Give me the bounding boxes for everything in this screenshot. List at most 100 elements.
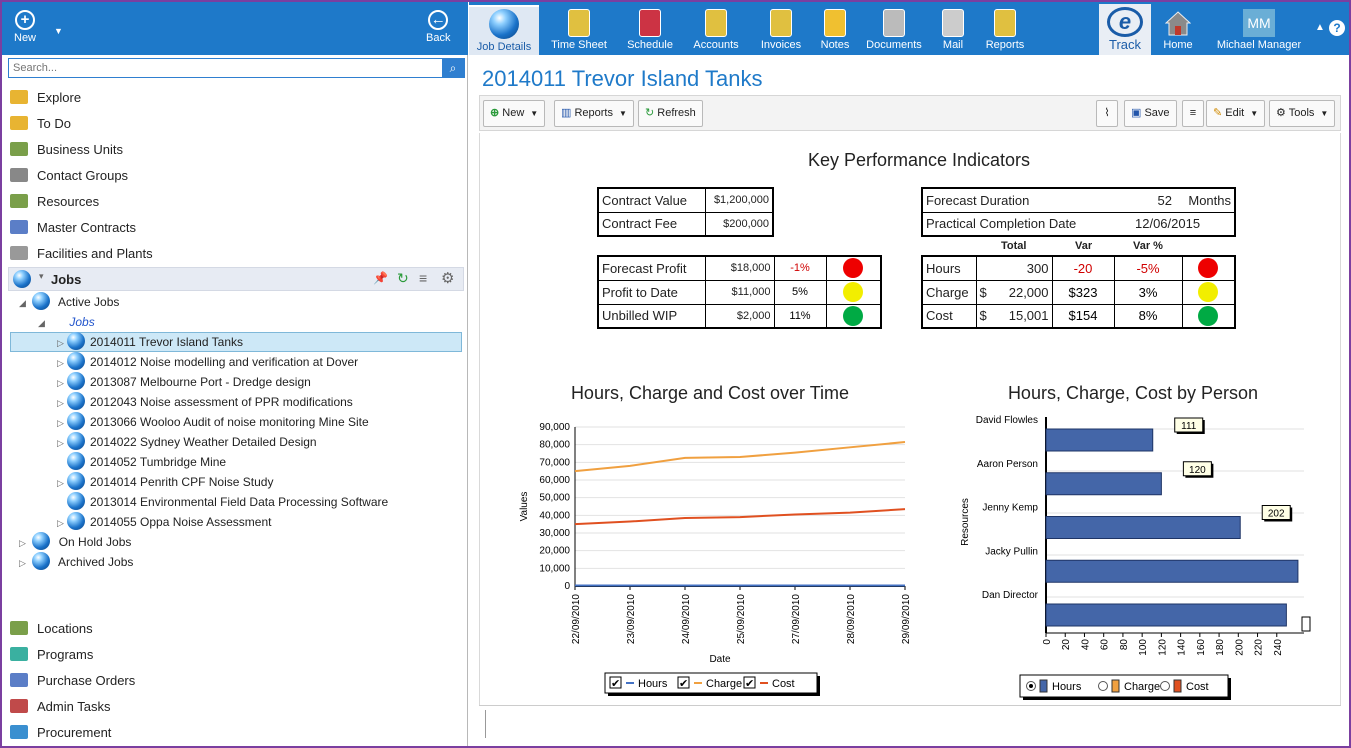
tree-active-jobs[interactable]: ◢ Active Jobs <box>19 292 119 312</box>
tools-menu-button[interactable]: ⚙ Tools ▼ <box>1269 100 1336 127</box>
tree-job-label: 2014052 Tumbridge Mine <box>90 455 227 469</box>
tree-job-item[interactable]: ▷ 2014014 Penrith CPF Noise Study <box>57 472 273 492</box>
tree-job-item[interactable]: ▷ 2013087 Melbourne Port - Dredge design <box>57 372 311 392</box>
user-menu[interactable]: MM Michael Manager <box>1211 5 1307 55</box>
y-tick-label: 10,000 <box>539 563 570 574</box>
collapsed-arrow-icon: ▷ <box>57 378 64 388</box>
top-navigation: Job Details Time Sheet Schedule Accounts Inv… <box>469 2 1349 55</box>
tree-on-hold-jobs[interactable]: ▷ On Hold Jobs <box>19 532 131 552</box>
header-var-pct: Var % <box>1133 240 1163 252</box>
tree-job-item[interactable]: ▷ 2014011 Trevor Island Tanks <box>57 332 243 352</box>
nav-item[interactable]: Contact Groups <box>10 165 460 187</box>
tree-label: Jobs <box>69 315 95 329</box>
tree-job-item[interactable]: 2014052 Tumbridge Mine <box>57 452 226 472</box>
bar-chart-title: Hours, Charge, Cost by Person <box>1007 383 1259 403</box>
nav-item[interactable]: To Do <box>10 113 460 135</box>
y-tick-label: 0 <box>564 581 570 592</box>
new-menu-button[interactable]: ⊕ New ▼ <box>483 100 546 127</box>
y-tick-label: 30,000 <box>539 528 570 539</box>
nav-icon <box>10 90 28 104</box>
profit-row: Unbilled WIP $2,000 11% <box>597 303 882 329</box>
nav-item-label: Facilities and Plants <box>37 246 153 261</box>
line-chart: 0 10,000 20,000 30,000 40,000 50,000 60,000 70,… <box>519 422 910 696</box>
tree-job-item[interactable]: ▷ 2014012 Noise modelling and verificatio… <box>57 352 358 372</box>
save-button[interactable]: ▣ Save <box>1124 100 1177 127</box>
tree-job-item[interactable]: 2013014 Environmental Field Data Process… <box>57 492 388 512</box>
attach-button[interactable]: ⌇ <box>1096 100 1118 127</box>
nav-item[interactable]: Locations <box>10 618 460 640</box>
nav-item[interactable]: Resources <box>10 191 460 213</box>
tab-documents[interactable]: Documents <box>861 5 927 55</box>
pin-icon[interactable]: 📌 <box>373 271 388 285</box>
tab-time-sheet[interactable]: Time Sheet <box>543 5 615 55</box>
nav-item[interactable]: Explore <box>10 87 460 109</box>
list-view-button[interactable]: ≡ <box>1182 100 1204 127</box>
tab-accounts[interactable]: Accounts <box>685 5 747 55</box>
nav-item[interactable]: Procurement <box>10 722 460 744</box>
list-icon[interactable]: ≡ <box>419 270 427 286</box>
new-button[interactable]: + New <box>14 10 36 44</box>
tree-jobs-folder[interactable]: ◢ Jobs <box>38 312 95 332</box>
nav-item[interactable]: Admin Tasks <box>10 696 460 718</box>
tab-invoices[interactable]: Invoices <box>751 5 811 55</box>
collapsed-arrow-icon: ▷ <box>57 518 64 528</box>
x-axis-label: Date <box>709 654 731 665</box>
help-icon[interactable]: ? <box>1329 20 1345 36</box>
nav-item-label: Master Contracts <box>37 220 136 235</box>
legend-label: Cost <box>772 678 795 690</box>
globe-icon <box>67 352 85 370</box>
tab-job-details[interactable]: Job Details <box>469 5 539 55</box>
contract-fee: $200,000 <box>704 211 774 237</box>
row-label: Hours <box>921 255 977 281</box>
nav-item[interactable]: Master Contracts <box>10 217 460 239</box>
invoices-icon <box>770 9 792 37</box>
radio[interactable] <box>1098 681 1108 691</box>
forecast-duration: 52 <box>1157 192 1172 208</box>
tab-reports[interactable]: Reports <box>977 5 1033 55</box>
back-button[interactable]: ← Back <box>426 10 450 44</box>
category-label: Dan Director <box>982 590 1039 601</box>
bar-chart: 0 20 40 60 80 100 120 140 160 180 200 220 240 Resourc… <box>960 415 1311 700</box>
edit-menu-button[interactable]: ✎ Edit ▼ <box>1206 100 1266 127</box>
x-tick-label: 0 <box>1042 639 1053 645</box>
home-button[interactable]: Home <box>1157 5 1199 55</box>
refresh-icon: ↻ <box>645 107 655 119</box>
tab-mail[interactable]: Mail <box>931 5 975 55</box>
tree-archived-jobs[interactable]: ▷ Archived Jobs <box>19 552 133 572</box>
check-icon: ✔ <box>679 678 688 690</box>
budget-row: Cost $15,001 $154 8% <box>921 303 1236 329</box>
chevron-up-icon[interactable]: ▲ <box>1315 22 1325 33</box>
tree-job-item[interactable]: ▷ 2014022 Sydney Weather Detailed Design <box>57 432 317 452</box>
refresh-button[interactable]: ↻ Refresh <box>638 100 703 127</box>
collapse-icon[interactable]: ▾ <box>39 271 44 282</box>
reports-menu-button[interactable]: ▥ Reports ▼ <box>554 100 634 127</box>
nav-item[interactable]: Business Units <box>10 139 460 161</box>
search-input[interactable] <box>9 59 439 77</box>
legend-label: Charge <box>1124 681 1160 693</box>
check-icon: ✔ <box>611 678 620 690</box>
legend-item-charge[interactable]: ✔ Charge <box>677 676 742 690</box>
etrack-icon: e <box>1107 7 1143 37</box>
legend-item-hours[interactable]: ✔ Hours <box>609 676 668 690</box>
nav-item[interactable]: Purchase Orders <box>10 670 460 692</box>
new-dropdown-icon[interactable]: ▼ <box>54 26 63 36</box>
nav-item[interactable]: Programs <box>10 644 460 666</box>
nav-item[interactable]: Facilities and Plants <box>10 243 460 265</box>
status-light-icon <box>843 258 864 279</box>
status-cell <box>1181 303 1236 329</box>
gear-icon: ⚙ <box>1276 107 1286 119</box>
tree-job-item[interactable]: ▷ 2014055 Oppa Noise Assessment <box>57 512 271 532</box>
tab-notes[interactable]: Notes <box>811 5 859 55</box>
tree-job-item[interactable]: ▷ 2012043 Noise assessment of PPR modific… <box>57 392 353 412</box>
search-icon[interactable]: ⌕ <box>442 59 464 77</box>
data-label-box <box>1301 616 1311 632</box>
x-tick-label: 25/09/2010 <box>736 594 747 644</box>
tab-schedule[interactable]: Schedule <box>619 5 681 55</box>
radio[interactable] <box>1160 681 1170 691</box>
gear-icon[interactable]: ⚙ <box>441 269 454 287</box>
refresh-icon[interactable]: ↻ <box>397 270 409 287</box>
y-tick-label: 70,000 <box>539 457 570 468</box>
etrack-logo[interactable]: e Track <box>1099 4 1151 55</box>
tree-job-item[interactable]: ▷ 2013066 Wooloo Audit of noise monitorin… <box>57 412 369 432</box>
jobs-header[interactable]: ▾ Jobs 📌 ↻ ≡ ⚙ <box>8 267 464 291</box>
